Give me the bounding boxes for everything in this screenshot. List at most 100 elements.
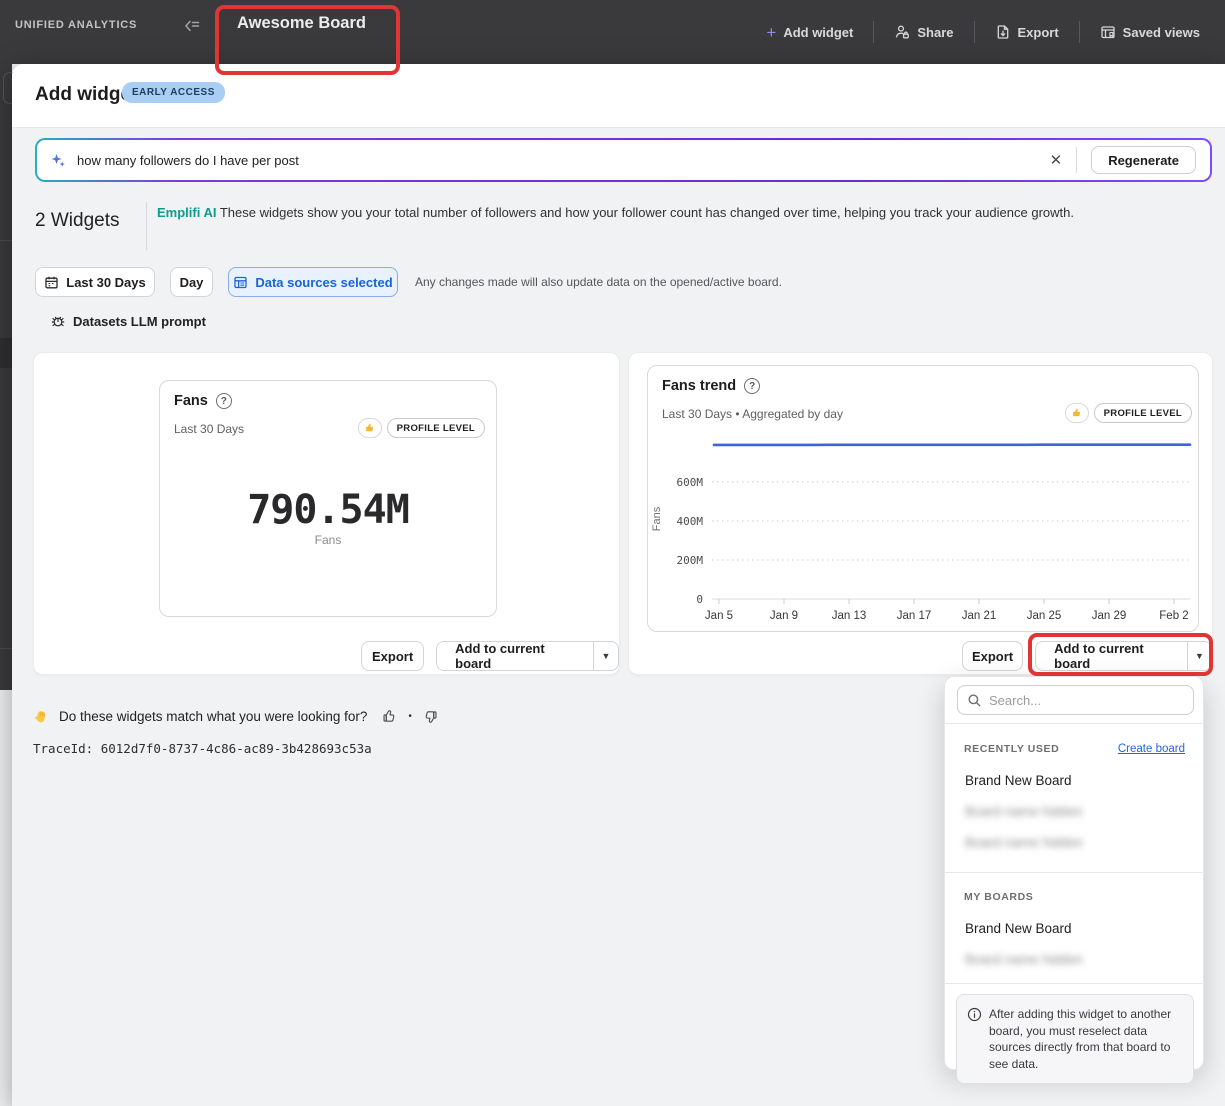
caret-down-icon[interactable]: ▼ xyxy=(593,642,618,670)
sidebar-divider xyxy=(0,648,12,649)
fans-add-to-board-split-button: Add to current board ▼ xyxy=(436,641,619,671)
granularity-filter[interactable]: Day xyxy=(170,267,213,297)
data-sources-filter[interactable]: Data sources selected xyxy=(228,267,398,297)
fans-kpi-label: Fans xyxy=(160,533,496,547)
clear-prompt-icon[interactable]: ✕ xyxy=(1036,151,1077,169)
dot-separator: • xyxy=(408,711,412,722)
collapsed-sidebar xyxy=(0,64,12,690)
export-file-icon xyxy=(995,24,1011,40)
search-icon xyxy=(967,693,982,708)
board-search-box xyxy=(957,685,1194,715)
fans-trend-add-to-board-button[interactable]: Add to current board xyxy=(1036,642,1187,670)
fans-card-period: Last 30 Days xyxy=(174,422,244,436)
regenerate-button[interactable]: Regenerate xyxy=(1091,146,1196,174)
help-icon[interactable]: ? xyxy=(216,393,232,409)
sparkle-icon xyxy=(49,151,67,169)
divider xyxy=(945,872,1205,873)
svg-text:600M: 600M xyxy=(677,476,704,489)
early-access-badge: EARLY ACCESS xyxy=(122,82,225,103)
board-list-item[interactable]: Brand New Board xyxy=(945,913,1205,944)
recently-used-header: RECENTLY USED xyxy=(964,743,1059,755)
svg-text:Jan 25: Jan 25 xyxy=(1027,610,1062,622)
svg-text:Jan 17: Jan 17 xyxy=(897,610,932,622)
share-person-icon xyxy=(894,24,910,40)
fans-card-title: Fans xyxy=(174,393,208,409)
wave-emoji-icon xyxy=(33,709,49,725)
fans-kpi-value: 790.54M xyxy=(160,487,496,533)
fans-trend-export-button[interactable]: Export xyxy=(962,641,1023,671)
sidebar-divider xyxy=(0,240,12,241)
export-button-topbar[interactable]: Export xyxy=(975,24,1079,40)
plus-icon: + xyxy=(766,24,776,41)
datasets-llm-prompt-link[interactable]: Datasets LLM prompt xyxy=(50,313,206,329)
screen: UNIFIED ANALYTICS Awesome Board + Add wi… xyxy=(0,0,1225,1106)
date-range-filter[interactable]: Last 30 Days xyxy=(35,267,155,297)
create-board-link[interactable]: Create board xyxy=(1118,743,1185,755)
recently-used-list: Brand New Board Board name hidden Board … xyxy=(945,765,1205,858)
prompt-input[interactable] xyxy=(77,153,1036,168)
svg-text:Jan 29: Jan 29 xyxy=(1092,610,1127,622)
board-list-item[interactable]: Board name hidden xyxy=(945,944,1205,975)
emplifi-ai-label: Emplifi AI xyxy=(157,205,216,220)
thumbs-down-icon[interactable] xyxy=(422,708,439,725)
ai-summary-text: These widgets show you your total number… xyxy=(216,205,1074,220)
board-search-input[interactable] xyxy=(989,693,1184,708)
fans-trend-add-to-board-split-button: Add to current board ▼ xyxy=(1035,641,1212,671)
collapse-sidebar-icon[interactable] xyxy=(182,16,202,36)
svg-text:200M: 200M xyxy=(677,554,704,567)
svg-text:Jan 21: Jan 21 xyxy=(962,610,997,622)
board-list-item[interactable]: Board name hidden xyxy=(945,827,1205,858)
svg-text:Jan 5: Jan 5 xyxy=(705,610,733,622)
sidebar-tab xyxy=(0,338,12,368)
svg-text:Jan 13: Jan 13 xyxy=(832,610,867,622)
topbar: UNIFIED ANALYTICS Awesome Board + Add wi… xyxy=(0,0,1225,64)
data-sources-icon xyxy=(233,275,248,290)
fans-trend-widget-container: Fans trend ? Last 30 Days • Aggregated b… xyxy=(628,352,1213,675)
feedback-row: Do these widgets match what you were loo… xyxy=(33,708,439,725)
fans-trend-card: Fans trend ? Last 30 Days • Aggregated b… xyxy=(647,365,1199,632)
info-icon xyxy=(967,1007,982,1022)
my-boards-list: Brand New Board Board name hidden xyxy=(945,913,1205,975)
svg-text:Fans: Fans xyxy=(651,506,663,531)
divider xyxy=(146,202,147,250)
fans-widget-container: Fans ? Last 30 Days PROFILE LEVEL 790.54… xyxy=(33,352,620,675)
board-select-dropdown: RECENTLY USED Create board Brand New Boa… xyxy=(944,676,1204,1070)
topbar-actions: + Add widget Share Export Saved views xyxy=(746,0,1220,64)
calendar-icon xyxy=(44,275,59,290)
brand-logo: UNIFIED ANALYTICS xyxy=(15,19,137,31)
board-list-item[interactable]: Brand New Board xyxy=(945,765,1205,796)
caret-down-icon[interactable]: ▼ xyxy=(1187,642,1211,670)
widget-count: 2 Widgets xyxy=(35,210,119,232)
saved-views-icon xyxy=(1100,24,1116,40)
svg-text:Feb 2: Feb 2 xyxy=(1159,610,1188,622)
svg-text:Jan 9: Jan 9 xyxy=(770,610,798,622)
fans-card: Fans ? Last 30 Days PROFILE LEVEL 790.54… xyxy=(159,380,497,617)
divider xyxy=(945,983,1205,984)
bug-icon xyxy=(50,313,66,329)
thumb-up-badge-icon[interactable] xyxy=(358,418,382,438)
ai-prompt-inner: ✕ Regenerate xyxy=(37,140,1210,180)
saved-views-button[interactable]: Saved views xyxy=(1080,24,1220,40)
fans-add-to-board-button[interactable]: Add to current board xyxy=(437,642,593,670)
board-list-item[interactable]: Board name hidden xyxy=(945,796,1205,827)
trace-id: TraceId: 6012d7f0-8737-4c86-ac89-3b42869… xyxy=(33,741,372,756)
fans-export-button[interactable]: Export xyxy=(361,641,424,671)
my-boards-header: MY BOARDS xyxy=(964,891,1033,903)
share-button[interactable]: Share xyxy=(874,24,973,40)
add-widget-modal: Add widget EARLY ACCESS ✕ Regenerate 2 W… xyxy=(12,64,1225,1106)
thumbs-up-icon[interactable] xyxy=(381,708,398,725)
svg-text:400M: 400M xyxy=(677,515,704,528)
add-widget-button[interactable]: + Add widget xyxy=(746,24,873,41)
ai-prompt-bar: ✕ Regenerate xyxy=(35,138,1212,182)
fans-trend-chart: 0 200M 400M 600M Jan 5 Jan 9 Jan 13 Jan 17 Jan 2… xyxy=(648,366,1200,633)
feedback-question: Do these widgets match what you were loo… xyxy=(59,709,367,724)
divider xyxy=(1076,147,1077,173)
svg-text:0: 0 xyxy=(696,593,703,606)
ai-summary: Emplifi AI These widgets show you your t… xyxy=(157,204,1197,222)
board-title: Awesome Board xyxy=(237,14,366,33)
profile-level-badge: PROFILE LEVEL xyxy=(387,418,485,438)
modal-header: Add widget EARLY ACCESS xyxy=(12,64,1225,128)
divider xyxy=(945,723,1205,724)
reselect-data-note: After adding this widget to another boar… xyxy=(956,994,1194,1084)
filters-note: Any changes made will also update data o… xyxy=(415,275,782,289)
